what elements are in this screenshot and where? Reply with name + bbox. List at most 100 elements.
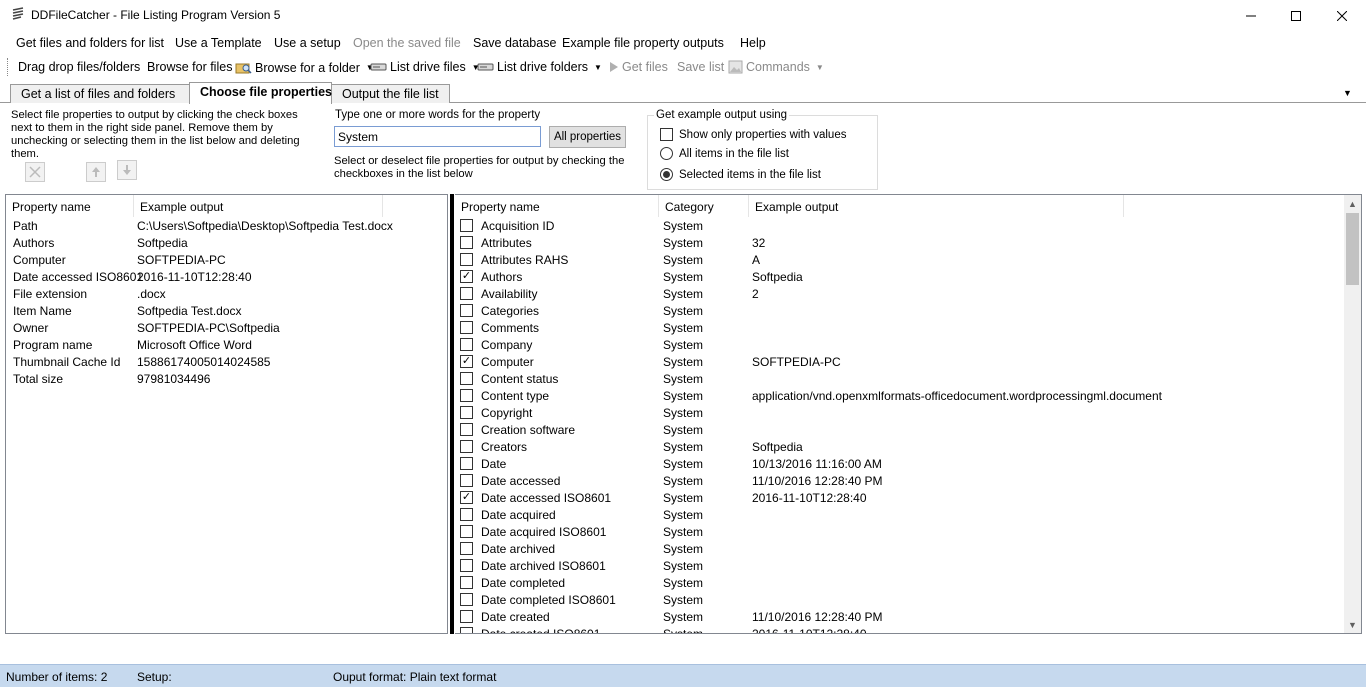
property-checkbox[interactable] (460, 593, 473, 606)
maximize-button[interactable] (1273, 0, 1319, 31)
close-button[interactable] (1319, 0, 1365, 31)
selected-items-radio[interactable] (660, 168, 673, 181)
list-item[interactable]: Date accessed ISO8601 2016-11-10T12:28:40 (6, 269, 447, 286)
menu-use-template[interactable]: Use a Template (175, 36, 262, 50)
property-checkbox[interactable] (460, 508, 473, 521)
menu-example-outputs[interactable]: Example file property outputs (562, 36, 724, 50)
list-item[interactable]: Acquisition ID System (455, 218, 1343, 235)
property-checkbox[interactable] (460, 253, 473, 266)
list-item[interactable]: Thumbnail Cache Id 15886174005014024585 (6, 354, 447, 371)
all-properties-button[interactable]: All properties (549, 126, 626, 148)
list-item[interactable]: Date archived System (455, 541, 1343, 558)
list-item[interactable]: Total size 97981034496 (6, 371, 447, 388)
property-checkbox[interactable]: ✓ (460, 270, 473, 283)
menu-use-setup[interactable]: Use a setup (274, 36, 341, 50)
tab-choose-properties[interactable]: Choose file properties (189, 82, 332, 104)
list-item[interactable]: Authors Softpedia (6, 235, 447, 252)
browse-folder-button[interactable]: Browse for a folder ▼ (235, 60, 374, 75)
list-item[interactable]: ✓ Authors System Softpedia (455, 269, 1343, 286)
list-item[interactable]: Attributes RAHS System A (455, 252, 1343, 269)
property-checkbox[interactable] (460, 610, 473, 623)
list-item[interactable]: Program name Microsoft Office Word (6, 337, 447, 354)
property-checkbox[interactable] (460, 321, 473, 334)
all-items-option[interactable]: All items in the file list (660, 147, 789, 160)
list-item[interactable]: Path C:\Users\Softpedia\Desktop\Softpedia… (6, 218, 447, 235)
property-checkbox[interactable]: ✓ (460, 491, 473, 504)
list-item[interactable]: Item Name Softpedia Test.docx (6, 303, 447, 320)
list-drive-folders-button[interactable]: List drive folders ▼ (477, 60, 602, 74)
list-item[interactable]: Categories System (455, 303, 1343, 320)
all-items-radio[interactable] (660, 147, 673, 160)
property-checkbox[interactable] (460, 542, 473, 555)
property-checkbox[interactable] (460, 474, 473, 487)
scroll-up-icon[interactable]: ▲ (1344, 195, 1361, 212)
property-checkbox[interactable] (460, 423, 473, 436)
toolbar-grip[interactable] (7, 58, 10, 76)
menu-save-database[interactable]: Save database (473, 36, 556, 50)
commands-button[interactable]: Commands ▼ (728, 60, 824, 74)
panel-splitter[interactable] (448, 194, 455, 634)
get-files-button[interactable]: Get files (609, 60, 668, 74)
scroll-thumb[interactable] (1346, 213, 1359, 285)
move-up-button[interactable] (86, 162, 106, 182)
list-item[interactable]: Date created System 11/10/2016 12:28:40 PM (455, 609, 1343, 626)
property-checkbox[interactable] (460, 236, 473, 249)
tab-output-list[interactable]: Output the file list (331, 84, 450, 103)
save-list-button[interactable]: Save list (677, 60, 724, 74)
list-item[interactable]: ✓ Date accessed ISO8601 System 2016-11-10T1… (455, 490, 1343, 507)
list-drive-files-button[interactable]: List drive files ▼ (370, 60, 480, 74)
list-item[interactable]: Date created ISO8601 System 2016-11-10T12:… (455, 626, 1343, 633)
list-item[interactable]: Computer SOFTPEDIA-PC (6, 252, 447, 269)
list-item[interactable]: Creators System Softpedia (455, 439, 1343, 456)
list-item[interactable]: Date archived ISO8601 System (455, 558, 1343, 575)
property-checkbox[interactable] (460, 525, 473, 538)
drag-drop-button[interactable]: Drag drop files/folders (18, 60, 140, 74)
list-item[interactable]: ✓ Computer System SOFTPEDIA-PC (455, 354, 1343, 371)
selected-properties-list[interactable]: Property name Example output Path C:\User… (5, 194, 448, 634)
list-item[interactable]: Creation software System (455, 422, 1343, 439)
list-item[interactable]: Content status System (455, 371, 1343, 388)
property-checkbox[interactable] (460, 627, 473, 633)
browse-files-button[interactable]: Browse for files (147, 60, 232, 74)
property-checkbox[interactable] (460, 440, 473, 453)
list-item[interactable]: Copyright System (455, 405, 1343, 422)
move-down-button[interactable] (117, 160, 137, 180)
property-checkbox[interactable] (460, 576, 473, 589)
property-checkbox[interactable] (460, 389, 473, 402)
list-item[interactable]: File extension .docx (6, 286, 447, 303)
delete-button[interactable] (25, 162, 45, 182)
list-item[interactable]: Availability System 2 (455, 286, 1343, 303)
tab-menu-dropdown[interactable]: ▼ (1343, 88, 1352, 98)
list-item[interactable]: Date acquired System (455, 507, 1343, 524)
available-properties-list[interactable]: Property name Category Example output Ac… (455, 194, 1362, 634)
column-header-property[interactable]: Property name (455, 195, 659, 217)
minimize-button[interactable] (1228, 0, 1274, 31)
selected-items-option[interactable]: Selected items in the file list (660, 168, 821, 181)
tab-get-list[interactable]: Get a list of files and folders (10, 84, 193, 103)
list-item[interactable]: Date completed ISO8601 System (455, 592, 1343, 609)
property-checkbox[interactable] (460, 287, 473, 300)
property-checkbox[interactable] (460, 338, 473, 351)
list-item[interactable]: Date acquired ISO8601 System (455, 524, 1343, 541)
property-checkbox[interactable]: ✓ (460, 355, 473, 368)
scroll-down-icon[interactable]: ▼ (1344, 616, 1361, 633)
column-header-property[interactable]: Property name (6, 195, 134, 217)
property-checkbox[interactable] (460, 372, 473, 385)
column-header-category[interactable]: Category (659, 195, 749, 217)
menu-get-files-folders[interactable]: Get files and folders for list (16, 36, 164, 50)
show-only-values-checkbox[interactable] (660, 128, 673, 141)
property-checkbox[interactable] (460, 457, 473, 470)
property-checkbox[interactable] (460, 406, 473, 419)
column-header-example[interactable]: Example output (749, 195, 1124, 217)
column-header-example[interactable]: Example output (134, 195, 383, 217)
property-search-input[interactable] (334, 126, 541, 147)
property-checkbox[interactable] (460, 304, 473, 317)
property-checkbox[interactable] (460, 219, 473, 232)
list-item[interactable]: Owner SOFTPEDIA-PC\Softpedia (6, 320, 447, 337)
list-item[interactable]: Date System 10/13/2016 11:16:00 AM (455, 456, 1343, 473)
list-item[interactable]: Attributes System 32 (455, 235, 1343, 252)
list-item[interactable]: Content type System application/vnd.openxm… (455, 388, 1343, 405)
list-item[interactable]: Date completed System (455, 575, 1343, 592)
menu-help[interactable]: Help (740, 36, 766, 50)
vertical-scrollbar[interactable]: ▲ ▼ (1344, 195, 1361, 633)
